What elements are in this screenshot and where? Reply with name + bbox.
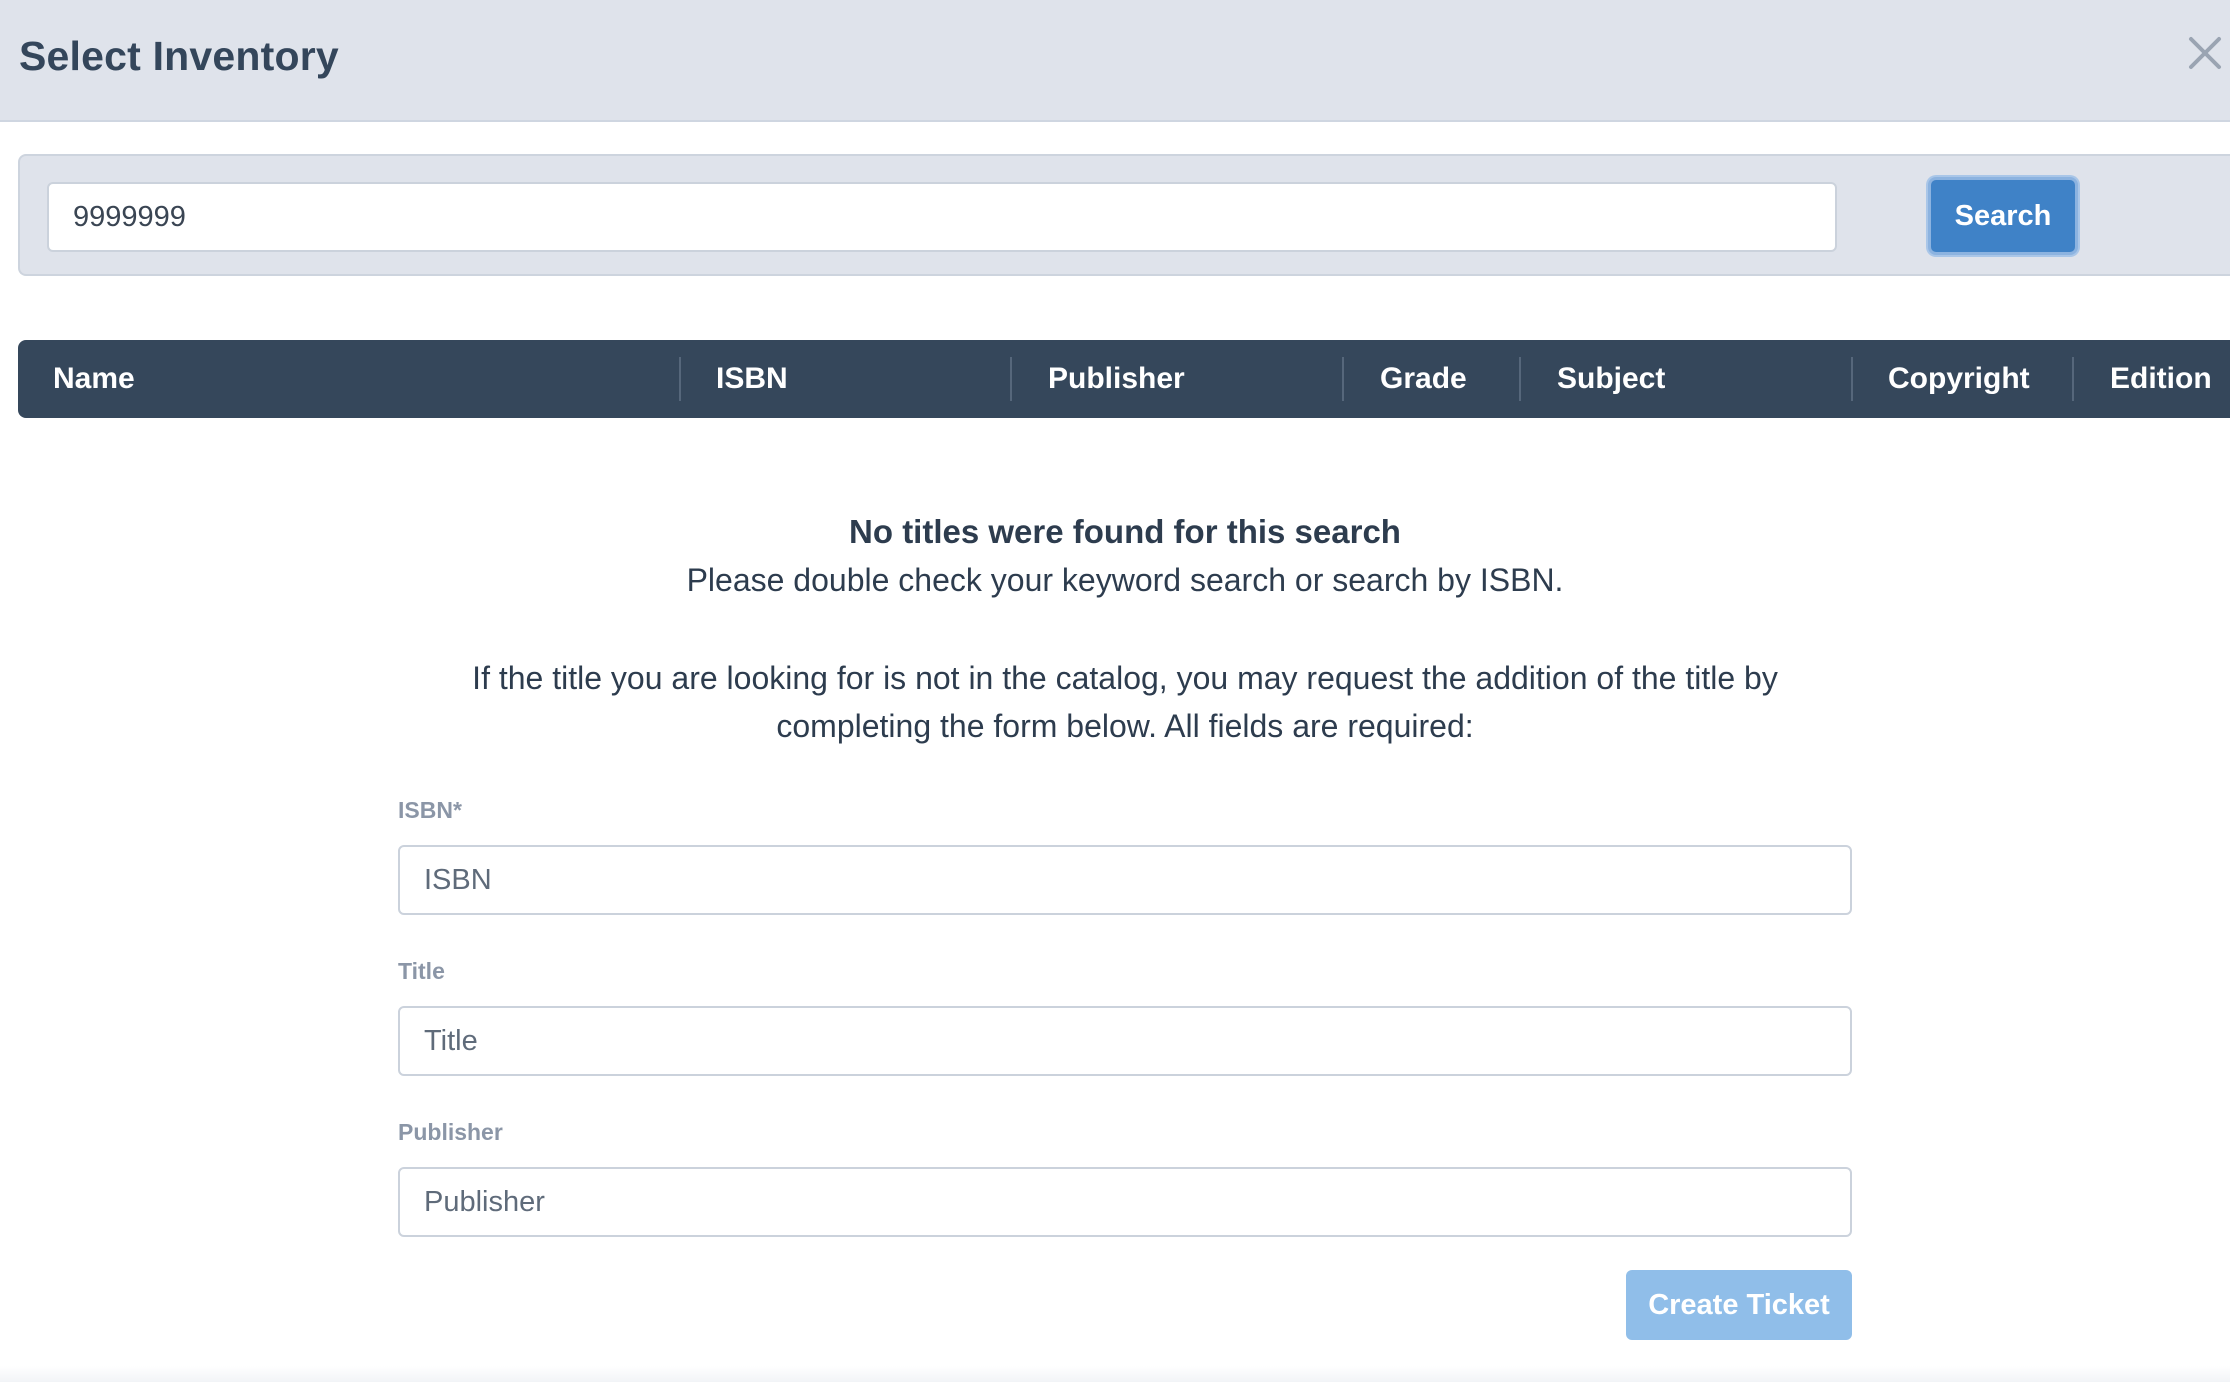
column-header-name[interactable]: Name bbox=[53, 340, 135, 418]
close-button[interactable] bbox=[2180, 28, 2230, 78]
search-panel: Search bbox=[18, 154, 2230, 276]
modal-header: Select Inventory bbox=[0, 0, 2230, 122]
title-label: Title bbox=[398, 958, 445, 984]
column-divider bbox=[1010, 357, 1012, 401]
column-header-edition[interactable]: Edition bbox=[2110, 340, 2212, 418]
column-divider bbox=[2072, 357, 2074, 401]
column-header-grade[interactable]: Grade bbox=[1380, 340, 1467, 418]
modal-bottom-edge bbox=[0, 1366, 2230, 1382]
isbn-field[interactable] bbox=[398, 845, 1852, 915]
column-divider bbox=[1519, 357, 1521, 401]
column-header-subject[interactable]: Subject bbox=[1557, 340, 1665, 418]
title-field[interactable] bbox=[398, 1006, 1852, 1076]
search-button[interactable]: Search bbox=[1928, 177, 2078, 255]
column-divider bbox=[679, 357, 681, 401]
publisher-label: Publisher bbox=[398, 1119, 503, 1145]
column-divider bbox=[1342, 357, 1344, 401]
search-input[interactable] bbox=[47, 182, 1837, 252]
empty-state-info: If the title you are looking for is not … bbox=[472, 660, 1778, 744]
column-divider bbox=[1851, 357, 1853, 401]
publisher-field[interactable] bbox=[398, 1167, 1852, 1237]
table-header: Name ISBN Publisher Grade Subject Copyri… bbox=[18, 340, 2230, 418]
column-header-publisher[interactable]: Publisher bbox=[1048, 340, 1185, 418]
isbn-label: ISBN* bbox=[398, 797, 462, 823]
column-header-isbn[interactable]: ISBN bbox=[716, 340, 788, 418]
create-ticket-button[interactable]: Create Ticket bbox=[1626, 1270, 1852, 1340]
empty-state-title: No titles were found for this search bbox=[849, 513, 1401, 550]
modal-title: Select Inventory bbox=[19, 33, 339, 79]
close-icon bbox=[2189, 37, 2221, 69]
empty-state-subtitle: Please double check your keyword search … bbox=[686, 562, 1564, 598]
column-header-copyright[interactable]: Copyright bbox=[1888, 340, 2030, 418]
